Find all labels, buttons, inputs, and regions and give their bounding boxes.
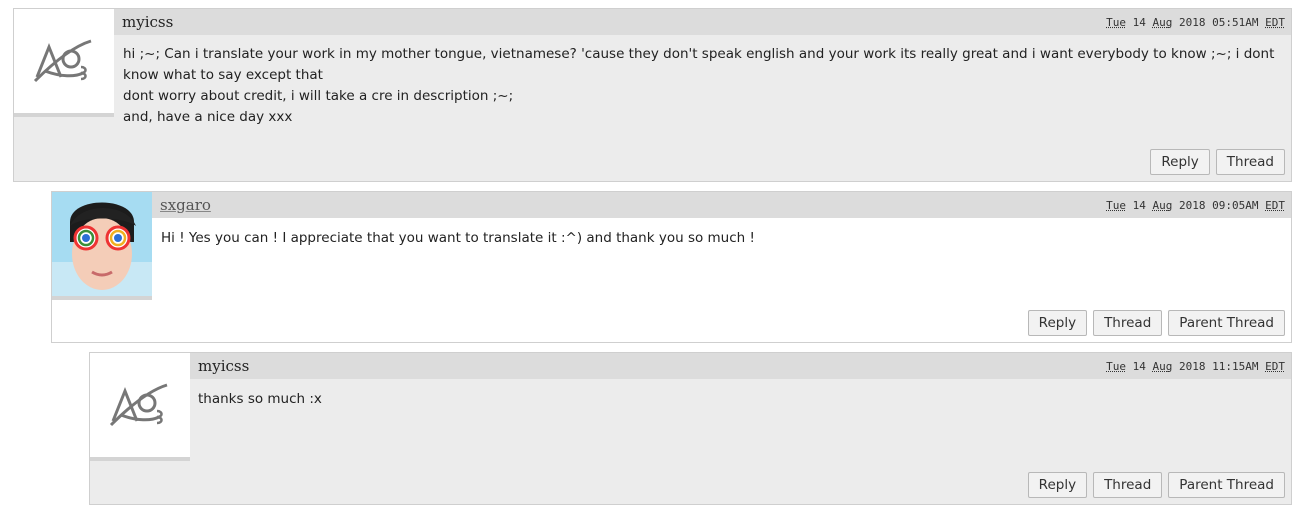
username[interactable]: myicss xyxy=(198,357,249,375)
comment-body: thanks so much :x xyxy=(198,391,322,407)
reply-button[interactable]: Reply xyxy=(1027,472,1088,498)
comment-header: sxgaro Tue 14 Aug 2018 09:05AM EDT xyxy=(152,192,1291,218)
reply-button[interactable]: Reply xyxy=(1027,310,1088,336)
comment-1: myicss Tue 14 Aug 2018 05:51AM EDT hi ;~… xyxy=(13,8,1292,182)
parent-thread-button[interactable]: Parent Thread xyxy=(1168,472,1285,498)
comment-header: myicss Tue 14 Aug 2018 05:51AM EDT xyxy=(114,9,1291,35)
comment-actions: Reply Thread Parent Thread xyxy=(1027,472,1285,498)
default-avatar[interactable] xyxy=(90,353,190,461)
comment-header: myicss Tue 14 Aug 2018 11:15AM EDT xyxy=(190,353,1291,379)
username[interactable]: sxgaro xyxy=(160,196,211,214)
comment-3: myicss Tue 14 Aug 2018 11:15AM EDT thank… xyxy=(89,352,1292,505)
comment-body: Hi ! Yes you can ! I appreciate that you… xyxy=(161,230,755,246)
comment-datetime: Tue 14 Aug 2018 11:15AM EDT xyxy=(1106,359,1285,373)
thread-button[interactable]: Thread xyxy=(1093,310,1163,336)
reply-button[interactable]: Reply xyxy=(1150,149,1210,175)
comment-body: hi ;~; Can i translate your work in my m… xyxy=(123,46,1275,125)
comment-actions: Reply Thread Parent Thread xyxy=(1027,310,1285,336)
comment-datetime: Tue 14 Aug 2018 05:51AM EDT xyxy=(1106,15,1285,29)
thread-button[interactable]: Thread xyxy=(1215,149,1285,175)
user-avatar[interactable] xyxy=(52,192,152,300)
default-avatar[interactable] xyxy=(14,9,114,117)
comment-actions: Reply Thread xyxy=(1150,149,1285,175)
default-userpic-icon xyxy=(33,39,92,83)
username[interactable]: myicss xyxy=(122,13,173,31)
default-userpic-icon xyxy=(109,383,168,427)
thread-button[interactable]: Thread xyxy=(1093,472,1163,498)
comment-datetime: Tue 14 Aug 2018 09:05AM EDT xyxy=(1106,198,1285,212)
user-photo-avatar xyxy=(52,192,152,296)
comment-2: sxgaro Tue 14 Aug 2018 09:05AM EDT Hi ! … xyxy=(51,191,1292,343)
parent-thread-button[interactable]: Parent Thread xyxy=(1168,310,1285,336)
